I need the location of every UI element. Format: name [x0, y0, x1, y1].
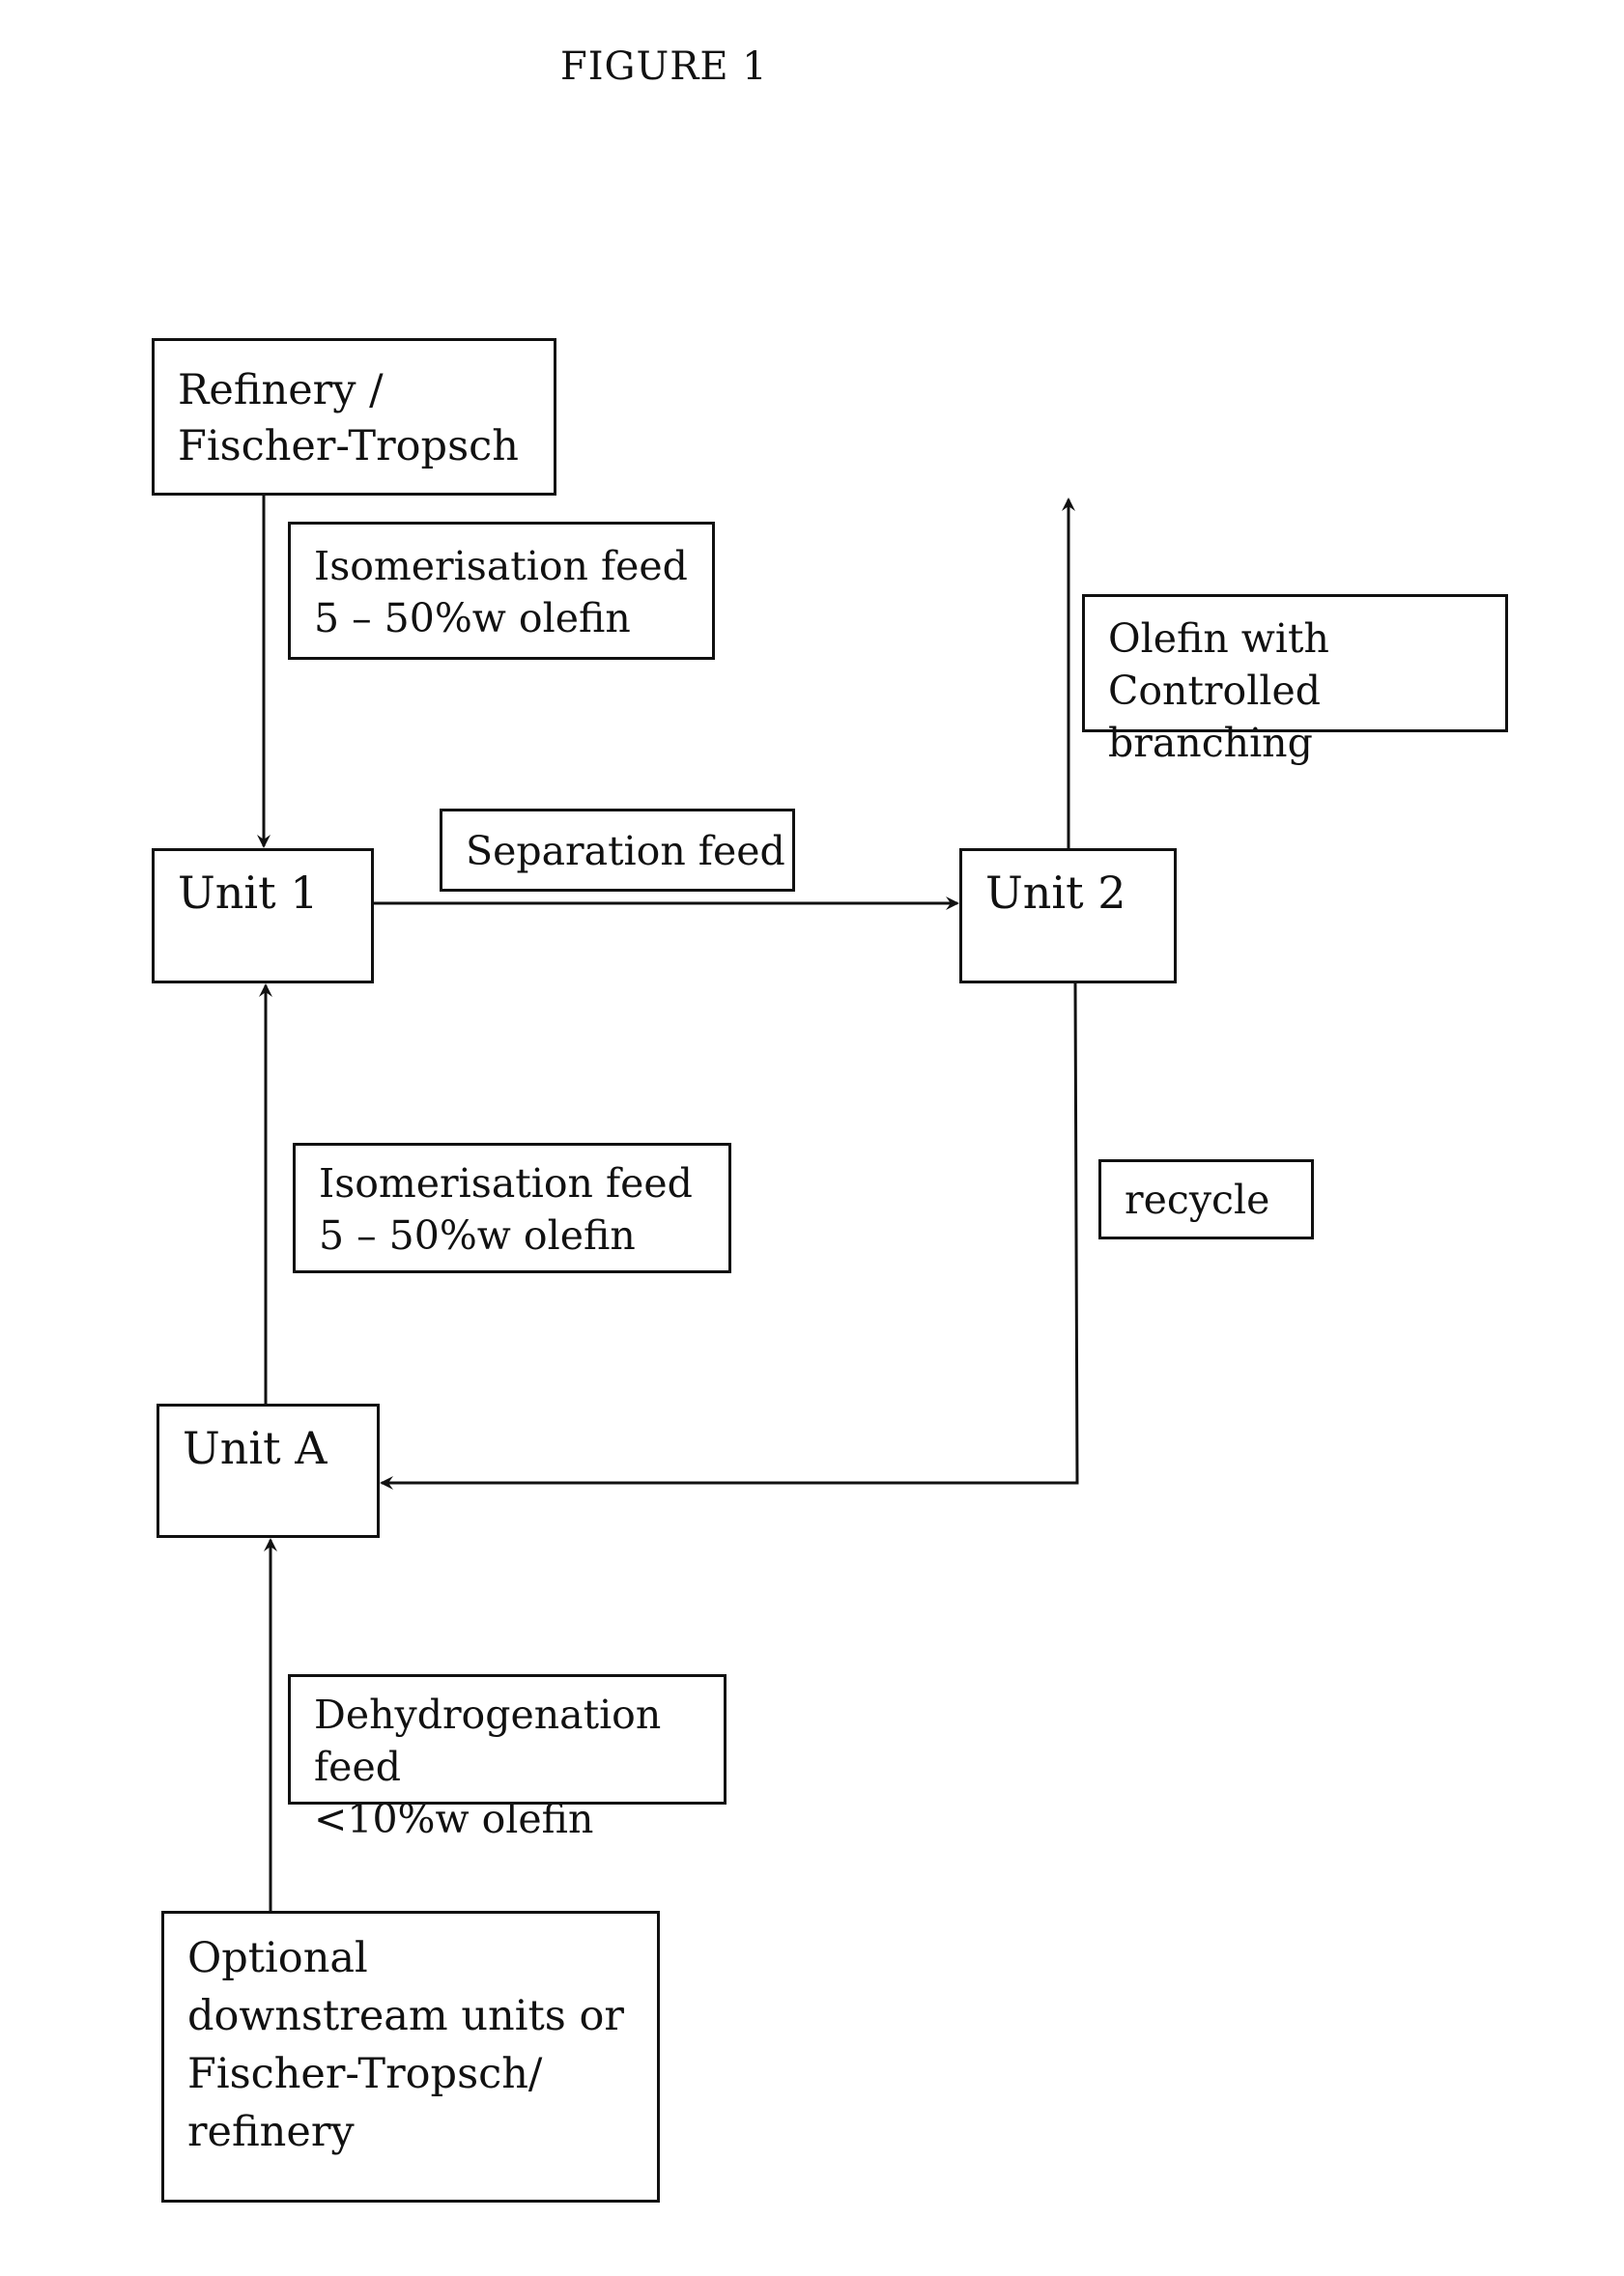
label-isomerisation-feed-bottom: Isomerisation feed 5 – 50%w olefin	[293, 1143, 731, 1273]
label-separation-feed-text: Separation feed	[466, 828, 785, 874]
node-refinery-label: Refinery / Fischer-Tropsch	[178, 366, 519, 470]
label-olefin-controlled-branching-text: Olefin with Controlled branching	[1108, 615, 1329, 766]
node-unit-2-label: Unit 2	[985, 867, 1126, 919]
label-dehydrogenation-feed: Dehydrogenation feed <10%w olefin	[288, 1674, 727, 1842]
node-unit-2: Unit 2	[959, 848, 1177, 983]
label-separation-feed: Separation feed	[440, 809, 795, 892]
node-refinery-fischer-tropsch: Refinery / Fischer-Tropsch	[152, 338, 556, 496]
node-unit-1-label: Unit 1	[178, 867, 319, 919]
label-olefin-controlled-branching: Olefin with Controlled branching	[1082, 594, 1508, 766]
node-unit-a: Unit A	[157, 1404, 380, 1538]
node-unit-a-label: Unit A	[183, 1422, 328, 1474]
label-isomerisation-feed-bottom-text: Isomerisation feed 5 – 50%w olefin	[319, 1160, 693, 1259]
label-recycle: recycle	[1098, 1159, 1314, 1239]
node-unit-1: Unit 1	[152, 848, 374, 983]
node-source-label: Optional downstream units or Fischer-Tro…	[187, 1934, 624, 2156]
label-dehydrogenation-feed-text: Dehydrogenation feed <10%w olefin	[314, 1692, 662, 1842]
label-isomerisation-feed-top-text: Isomerisation feed 5 – 50%w olefin	[314, 543, 688, 641]
node-optional-downstream-source: Optional downstream units or Fischer-Tro…	[161, 1911, 660, 2203]
label-isomerisation-feed-top: Isomerisation feed 5 – 50%w olefin	[288, 522, 715, 660]
label-recycle-text: recycle	[1125, 1177, 1270, 1223]
